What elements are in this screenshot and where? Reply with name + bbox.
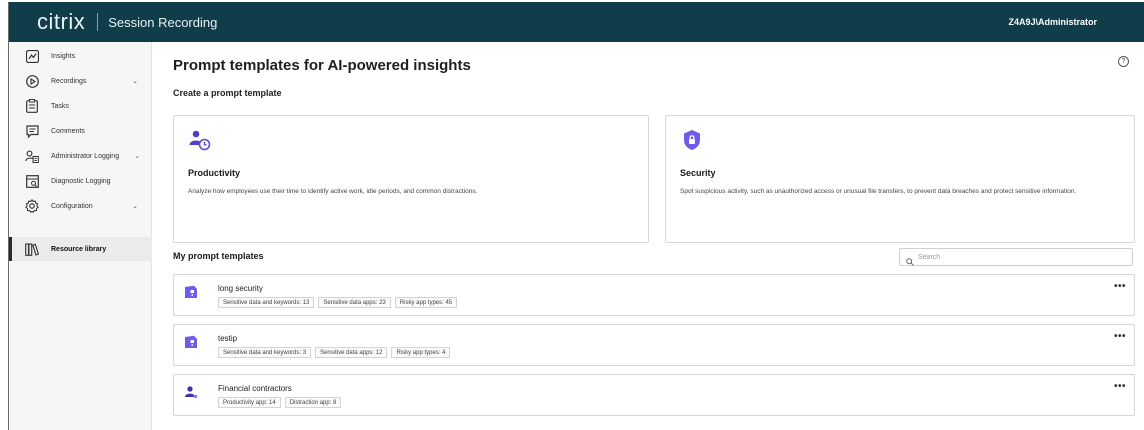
sidebar: Insights Recordings ⌄ Tasks Comments Adm… xyxy=(9,42,152,430)
tag: Productivity app: 14 xyxy=(218,397,281,408)
sidebar-item-configuration[interactable]: Configuration ⌄ xyxy=(9,194,152,218)
more-options-icon[interactable]: ••• xyxy=(1114,331,1126,342)
card-description: Analyze how employees use their time to … xyxy=(188,188,478,195)
my-templates-heading: My prompt templates xyxy=(173,251,264,261)
more-options-icon[interactable]: ••• xyxy=(1114,281,1126,292)
template-name: Financial contractors xyxy=(218,384,292,393)
admin-logging-icon xyxy=(25,149,39,163)
template-row-testip[interactable]: testip Sensitive data and keywords: 3 Se… xyxy=(173,324,1135,366)
sidebar-item-diagnostic-logging[interactable]: Diagnostic Logging xyxy=(9,169,152,193)
brand-divider xyxy=(97,13,99,31)
top-bar: citrix Session Recording Z4A9J\Administr… xyxy=(9,2,1144,42)
sidebar-item-resource-library[interactable]: Resource library xyxy=(9,237,152,261)
sidebar-item-recordings[interactable]: Recordings ⌄ xyxy=(9,69,152,93)
tag: Sensitive data and keywords: 13 xyxy=(218,297,315,308)
search-icon xyxy=(906,253,914,266)
sidebar-item-label: Comments xyxy=(51,127,85,135)
sidebar-item-label: Configuration xyxy=(51,202,93,210)
person-clock-icon xyxy=(188,128,212,152)
sidebar-item-label: Diagnostic Logging xyxy=(51,177,111,185)
sidebar-item-label: Insights xyxy=(51,52,76,60)
main-content: Prompt templates for AI-powered insights… xyxy=(153,42,1144,430)
comment-icon xyxy=(25,124,39,138)
clipboard-icon xyxy=(25,99,39,113)
template-row-long-security[interactable]: long security Sensitive data and keyword… xyxy=(173,274,1135,316)
diagnostic-icon xyxy=(25,174,39,188)
search-input[interactable] xyxy=(918,253,1118,261)
library-icon xyxy=(25,242,39,256)
template-name: testip xyxy=(218,334,238,343)
template-name: long security xyxy=(218,284,263,293)
template-tags: Productivity app: 14 Distraction app: 8 xyxy=(218,397,342,408)
chevron-down-icon[interactable]: ⌄ xyxy=(132,77,138,85)
security-template-card[interactable]: Security Spot suspicious activity, such … xyxy=(665,115,1135,243)
productivity-template-card[interactable]: Productivity Analyze how employees use t… xyxy=(173,115,649,243)
app-window: citrix Session Recording Z4A9J\Administr… xyxy=(8,2,1144,430)
search-field[interactable] xyxy=(899,248,1133,266)
template-row-financial-contractors[interactable]: Financial contractors Productivity app: … xyxy=(173,374,1135,416)
page-title: Prompt templates for AI-powered insights xyxy=(173,57,471,74)
tag: Sensitive data and keywords: 3 xyxy=(218,347,312,358)
play-icon xyxy=(25,74,39,88)
card-description: Spot suspicious activity, such as unauth… xyxy=(680,188,1077,195)
productivity-template-icon xyxy=(184,385,198,399)
more-options-icon[interactable]: ••• xyxy=(1114,381,1126,392)
create-template-heading: Create a prompt template xyxy=(173,88,282,98)
tag: Sensitive data apps: 12 xyxy=(315,347,388,358)
sidebar-item-administrator-logging[interactable]: Administrator Logging ⌄ xyxy=(9,144,152,168)
tag: Risky app types: 45 xyxy=(394,297,458,308)
sidebar-item-label: Administrator Logging xyxy=(51,152,120,160)
chevron-down-icon[interactable]: ⌄ xyxy=(134,152,140,160)
sidebar-item-label: Resource library xyxy=(51,245,107,253)
citrix-logo[interactable]: citrix xyxy=(37,9,85,35)
template-tags: Sensitive data and keywords: 3 Sensitive… xyxy=(218,347,451,358)
tag: Distraction app: 8 xyxy=(284,397,342,408)
product-name: Session Recording xyxy=(108,14,218,30)
help-icon[interactable]: ? xyxy=(1118,56,1129,67)
sidebar-item-comments[interactable]: Comments xyxy=(9,119,152,143)
security-template-icon xyxy=(184,285,198,299)
user-menu[interactable]: Z4A9J\Administrator xyxy=(1008,17,1097,27)
insights-icon xyxy=(25,49,39,63)
card-title: Security xyxy=(680,168,716,178)
card-title: Productivity xyxy=(188,168,241,178)
sidebar-item-label: Tasks xyxy=(51,102,69,110)
shield-lock-icon xyxy=(680,128,704,152)
tag: Risky app types: 4 xyxy=(391,347,451,358)
sidebar-item-tasks[interactable]: Tasks xyxy=(9,94,152,118)
security-template-icon xyxy=(184,335,198,349)
sidebar-item-label: Recordings xyxy=(51,77,87,85)
template-tags: Sensitive data and keywords: 13 Sensitiv… xyxy=(218,297,458,308)
sidebar-item-insights[interactable]: Insights xyxy=(9,44,152,68)
tag: Sensitive data apps: 23 xyxy=(318,297,391,308)
chevron-down-icon[interactable]: ⌄ xyxy=(132,202,138,210)
gear-icon xyxy=(25,199,39,213)
